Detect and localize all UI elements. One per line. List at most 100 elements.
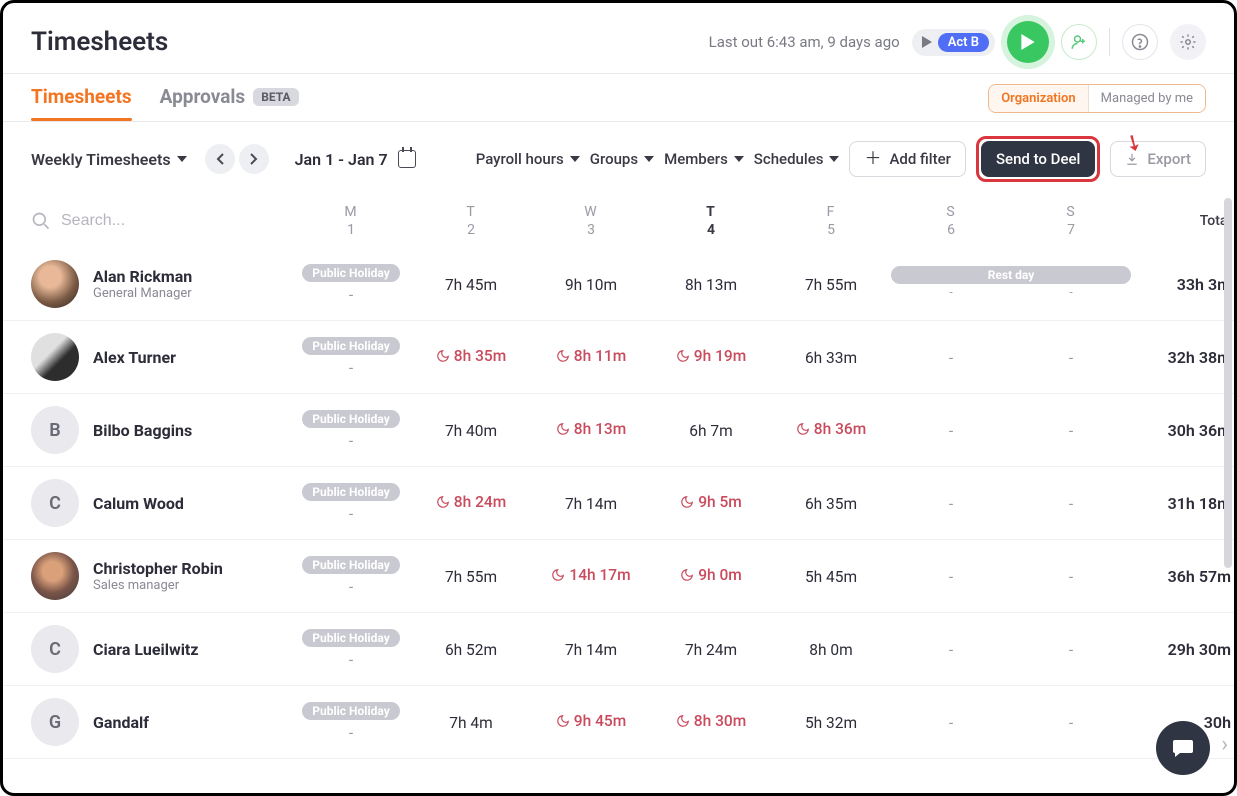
time-cell[interactable]: 7h 55m (771, 275, 891, 294)
time-cell[interactable]: 9h 0m (651, 566, 771, 586)
day-header: S6 (891, 204, 1011, 238)
member-name: Christopher Robin (93, 559, 223, 578)
time-value: - (1069, 568, 1073, 586)
time-cell[interactable]: 7h 55m (411, 567, 531, 586)
day-header: M1 (291, 204, 411, 238)
time-cell[interactable]: 9h 45m (531, 712, 651, 732)
time-cell[interactable]: 7h 40m (411, 421, 531, 440)
avatar (31, 552, 79, 600)
tab-timesheets[interactable]: Timesheets (31, 85, 132, 120)
time-value: 7h 4m (449, 714, 492, 732)
time-value: 7h 55m (445, 568, 497, 586)
table-row[interactable]: Alex TurnerPublic Holiday- 8h 35m 8h 11m… (3, 321, 1234, 394)
time-cell[interactable]: - (891, 421, 1011, 440)
time-cell[interactable]: 7h 4m (411, 713, 531, 732)
time-cell[interactable]: 8h 0m (771, 640, 891, 659)
schedules-dropdown[interactable]: Schedules (754, 150, 840, 168)
time-cell[interactable]: 7h 24m (651, 640, 771, 659)
time-cell[interactable]: - (1011, 713, 1131, 732)
time-cell[interactable]: - (1011, 421, 1131, 440)
scope-organization[interactable]: Organization (989, 85, 1087, 112)
time-value: 9h 10m (565, 276, 617, 294)
time-cell[interactable]: Public Holiday- (291, 483, 411, 523)
time-cell[interactable]: 5h 32m (771, 713, 891, 732)
time-cell[interactable]: Public Holiday- (291, 410, 411, 450)
settings-icon[interactable] (1170, 24, 1206, 60)
time-cell[interactable]: Public Holiday- (291, 629, 411, 669)
header-separator (1109, 28, 1110, 56)
time-cell[interactable]: 9h 5m (651, 493, 771, 513)
table-row[interactable]: CCiara LueilwitzPublic Holiday-6h 52m7h … (3, 613, 1234, 686)
time-cell[interactable]: 7h 14m (531, 494, 651, 513)
time-cell[interactable]: Public Holiday- (291, 337, 411, 377)
groups-dropdown[interactable]: Groups (590, 150, 654, 168)
time-cell[interactable]: 8h 11m (531, 347, 651, 367)
user-add-icon[interactable] (1061, 24, 1097, 60)
time-cell[interactable]: 8h 24m (411, 493, 531, 513)
time-cell[interactable]: 7h 14m (531, 640, 651, 659)
time-cell[interactable]: 8h 30m (651, 712, 771, 732)
time-cell[interactable]: - (891, 494, 1011, 513)
time-cell[interactable]: 8h 13m (651, 275, 771, 294)
time-value: - (349, 432, 353, 450)
time-cell[interactable]: - (1011, 494, 1131, 513)
table-row[interactable]: Christopher RobinSales managerPublic Hol… (3, 540, 1234, 613)
member-cell: CCiara Lueilwitz (31, 625, 291, 673)
time-value: - (1069, 714, 1073, 732)
chevron-down-icon (570, 156, 580, 162)
time-cell[interactable]: - (1011, 348, 1131, 367)
time-cell[interactable]: 7h 45m (411, 275, 531, 294)
play-button[interactable] (1007, 21, 1049, 63)
time-cell[interactable]: 14h 17m (531, 566, 651, 586)
scroll-right-arrow[interactable]: › (1221, 732, 1228, 757)
payroll-dropdown[interactable]: Payroll hours (476, 150, 580, 168)
time-cell[interactable]: 8h 13m (531, 420, 651, 440)
add-filter-button[interactable]: ＋ Add filter (849, 141, 966, 177)
time-cell[interactable]: - (1011, 567, 1131, 586)
time-cell[interactable]: 6h 35m (771, 494, 891, 513)
time-cell[interactable]: 6h 52m (411, 640, 531, 659)
time-cell[interactable]: 8h 35m (411, 347, 531, 367)
grid-header: M1T2W3T4F5S6S7Total (3, 196, 1234, 248)
rest-day-badge: Rest day-- (891, 263, 1131, 306)
tab-approvals[interactable]: Approvals BETA (160, 85, 299, 120)
time-value: 5h 45m (805, 568, 857, 586)
time-cell[interactable]: - (891, 713, 1011, 732)
view-dropdown[interactable]: Weekly Timesheets (31, 150, 187, 169)
time-cell[interactable]: 5h 45m (771, 567, 891, 586)
time-cell[interactable]: Public Holiday- (291, 556, 411, 596)
chat-widget[interactable] (1156, 721, 1210, 775)
time-cell[interactable]: 8h 36m (771, 420, 891, 440)
prev-week-button[interactable] (205, 144, 235, 174)
page-title: Timesheets (31, 27, 168, 57)
time-cell[interactable]: 9h 10m (531, 275, 651, 294)
scrollbar[interactable] (1224, 198, 1232, 568)
time-cell[interactable]: - (1011, 640, 1131, 659)
member-cell: Christopher RobinSales manager (31, 552, 291, 600)
time-cell[interactable]: 6h 7m (651, 421, 771, 440)
activity-pill[interactable]: Act B (912, 29, 995, 56)
time-cell[interactable]: 6h 33m (771, 348, 891, 367)
search-input[interactable] (61, 212, 221, 230)
next-week-button[interactable] (239, 144, 269, 174)
time-cell[interactable]: - (891, 348, 1011, 367)
filter-label: Members (664, 150, 728, 168)
time-cell[interactable]: - (891, 640, 1011, 659)
time-cell[interactable]: - (891, 567, 1011, 586)
member-cell: CCalum Wood (31, 479, 291, 527)
send-to-deel-button[interactable]: Send to Deel (981, 141, 1095, 177)
members-dropdown[interactable]: Members (664, 150, 744, 168)
export-button[interactable]: Export (1110, 141, 1206, 177)
time-value: - (1069, 495, 1073, 513)
time-cell[interactable]: 9h 19m (651, 347, 771, 367)
table-row[interactable]: Alan RickmanGeneral ManagerPublic Holida… (3, 248, 1234, 321)
time-value: - (949, 568, 953, 586)
table-row[interactable]: CCalum WoodPublic Holiday- 8h 24m7h 14m … (3, 467, 1234, 540)
time-cell[interactable]: Public Holiday- (291, 264, 411, 304)
scope-managed[interactable]: Managed by me (1088, 85, 1205, 112)
date-range[interactable]: Jan 1 - Jan 7 (295, 150, 416, 169)
time-cell[interactable]: Public Holiday- (291, 702, 411, 742)
table-row[interactable]: GGandalfPublic Holiday-7h 4m 9h 45m 8h 3… (3, 686, 1234, 759)
table-row[interactable]: BBilbo BagginsPublic Holiday-7h 40m 8h 1… (3, 394, 1234, 467)
help-icon[interactable] (1122, 24, 1158, 60)
